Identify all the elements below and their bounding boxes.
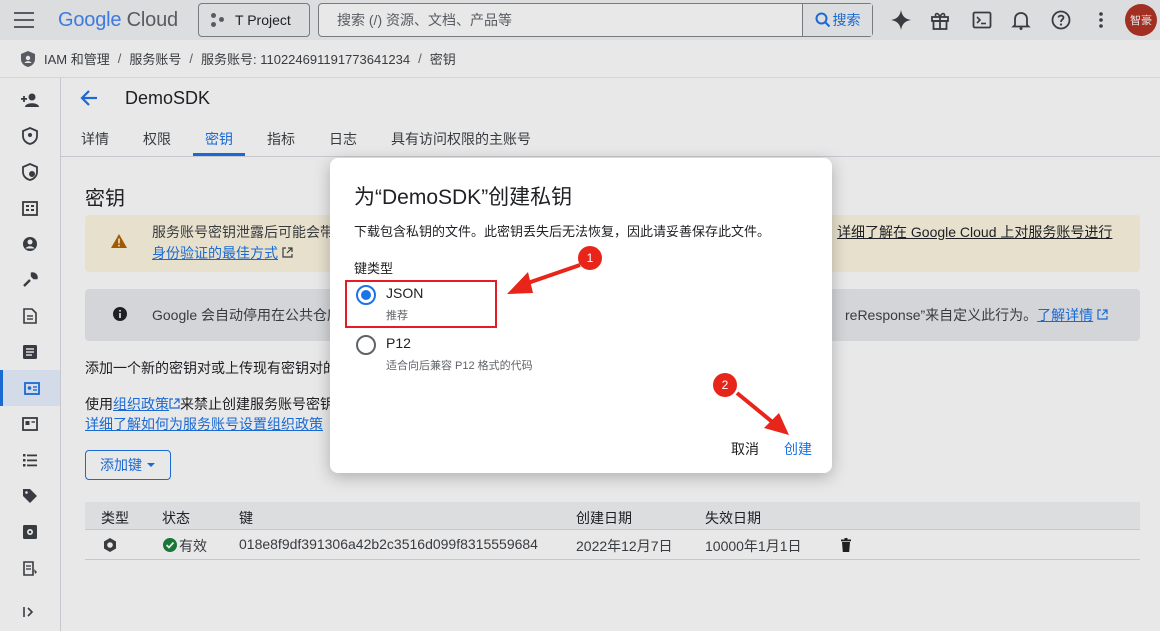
annotation-badge-1: 1	[578, 246, 602, 270]
annotation-arrows	[507, 263, 789, 435]
annotation-badge-2: 2	[713, 373, 737, 397]
